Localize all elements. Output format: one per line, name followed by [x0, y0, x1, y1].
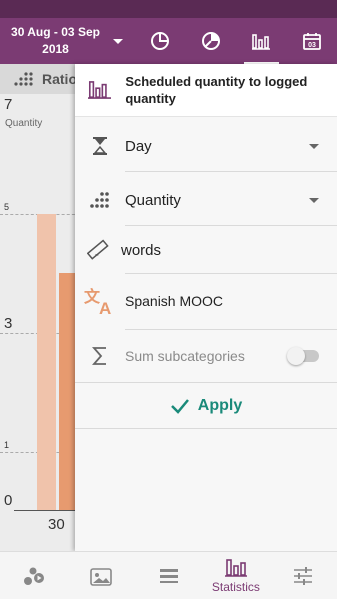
tab-calendar[interactable]: 03	[287, 18, 337, 64]
tick-label-3: 3	[4, 315, 13, 332]
divider	[125, 273, 337, 274]
bar-chart-icon	[88, 81, 112, 99]
tab-pie-chart[interactable]	[135, 18, 186, 64]
bar-scheduled	[37, 214, 56, 510]
divider	[125, 329, 337, 330]
list-icon	[159, 568, 178, 583]
sum-subcategories-toggle[interactable]	[287, 347, 319, 365]
sliders-icon	[294, 566, 313, 585]
apply-button[interactable]: Apply	[75, 389, 337, 423]
bar-chart-icon	[252, 34, 271, 50]
divider	[125, 171, 337, 172]
divider	[125, 225, 337, 226]
chart-area: Ratio 7 Quantity 5 3 1 0 30	[0, 64, 80, 551]
sum-subcategories-label: Sum subcategories	[125, 348, 245, 364]
chevron-down-icon	[113, 38, 123, 44]
panel-title: Scheduled quantity to logged quantity	[125, 74, 308, 106]
category-select[interactable]: 文 A Spanish MOOC	[75, 277, 337, 325]
chart-header-label: Ratio	[42, 71, 77, 87]
nav-statistics-label: Statistics	[211, 579, 260, 594]
panel-header: Scheduled quantity to logged quantity	[75, 64, 337, 117]
date-range-line2: 2018	[42, 42, 69, 56]
check-icon	[170, 399, 189, 414]
sum-subcategories-row: Sum subcategories	[75, 332, 337, 380]
chart-options-panel: Scheduled quantity to logged quantity Da…	[75, 64, 337, 551]
translate-icon: 文 A	[84, 287, 111, 316]
nav-settings[interactable]	[270, 552, 337, 599]
bar-chart-icon	[224, 558, 247, 577]
calendar-icon: 03	[302, 33, 321, 50]
interval-select[interactable]: Day	[75, 122, 337, 170]
dots-grid-icon	[14, 72, 33, 86]
bottom-nav: Statistics	[0, 551, 337, 599]
tick-label-5: 5	[4, 202, 10, 212]
date-range-selector[interactable]: 30 Aug - 03 Sep 2018	[0, 18, 135, 64]
nav-activities[interactable]	[0, 552, 67, 599]
x-axis	[14, 510, 80, 511]
tab-pie-chart-split[interactable]	[186, 18, 237, 64]
sigma-icon	[92, 347, 106, 365]
interval-value: Day	[125, 137, 152, 155]
divider	[75, 428, 337, 429]
ruler-icon	[87, 239, 109, 260]
activities-icon	[23, 567, 44, 585]
toggle-knob	[287, 347, 305, 365]
hourglass-icon	[93, 137, 107, 155]
y-unit-label: Quantity	[5, 118, 43, 129]
app-bar: 30 Aug - 03 Sep 2018 03	[0, 18, 337, 64]
pie-chart-split-icon	[201, 32, 220, 50]
measure-select[interactable]: Quantity	[75, 176, 337, 224]
nav-photo[interactable]	[67, 552, 134, 599]
y-max-label: 7	[4, 96, 13, 113]
dots-grid-icon	[90, 192, 109, 208]
chevron-down-icon	[309, 143, 319, 149]
divider	[75, 382, 337, 383]
nav-statistics[interactable]: Statistics	[202, 552, 269, 599]
nav-list[interactable]	[135, 552, 202, 599]
svg-text:A: A	[99, 299, 111, 316]
chart-header[interactable]: Ratio	[0, 64, 80, 94]
tick-label-0: 0	[4, 492, 13, 509]
measure-value: Quantity	[125, 191, 181, 209]
pie-chart-icon	[151, 32, 170, 50]
unit-value: words	[121, 241, 162, 259]
date-range-line1: 30 Aug - 03 Sep	[11, 25, 100, 39]
tick-label-1: 1	[4, 440, 10, 450]
tab-bar-chart[interactable]	[236, 18, 287, 64]
unit-field[interactable]: words	[75, 227, 337, 273]
calendar-day: 03	[308, 42, 316, 49]
apply-label: Apply	[197, 397, 243, 414]
category-value: Spanish MOOC	[125, 293, 224, 309]
x-tick-label: 30	[48, 516, 65, 533]
photo-icon	[90, 567, 112, 586]
status-bar	[0, 0, 337, 18]
chevron-down-icon	[309, 197, 319, 203]
